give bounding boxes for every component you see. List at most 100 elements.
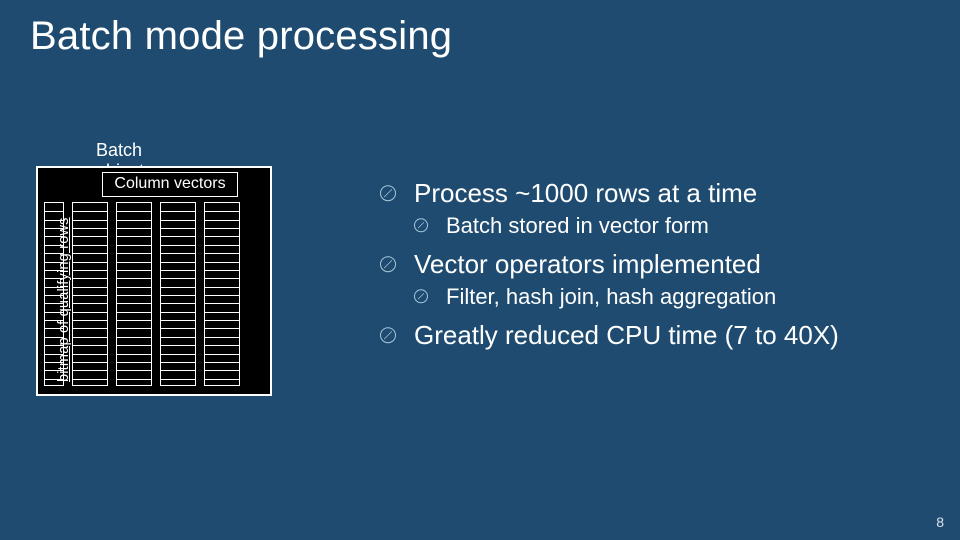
row-divider: [117, 287, 151, 288]
slide: Batch mode processing Batch object Colum…: [0, 0, 960, 540]
row-divider: [205, 295, 239, 296]
column-vectors-label: Column vectors: [102, 172, 238, 197]
row-divider: [205, 253, 239, 254]
row-divider: [161, 295, 195, 296]
row-divider: [205, 228, 239, 229]
row-divider: [161, 211, 195, 212]
bullet-text: Filter, hash join, hash aggregation: [446, 284, 776, 309]
row-divider: [205, 320, 239, 321]
row-divider: [73, 379, 107, 380]
row-divider: [161, 287, 195, 288]
row-divider: [73, 228, 107, 229]
row-divider: [73, 362, 107, 363]
row-divider: [205, 278, 239, 279]
bullet-text: Greatly reduced CPU time (7 to 40X): [414, 320, 839, 350]
row-divider: [73, 295, 107, 296]
column-vector: [204, 202, 240, 386]
bullet-level1: Vector operators implemented: [380, 249, 940, 280]
row-divider: [117, 278, 151, 279]
row-divider: [117, 328, 151, 329]
row-divider: [73, 278, 107, 279]
row-divider: [73, 337, 107, 338]
row-divider: [73, 345, 107, 346]
row-divider: [161, 320, 195, 321]
row-divider: [205, 345, 239, 346]
column-vector: [116, 202, 152, 386]
row-divider: [117, 312, 151, 313]
row-divider: [205, 312, 239, 313]
row-divider: [73, 312, 107, 313]
row-divider: [161, 220, 195, 221]
row-divider: [205, 337, 239, 338]
row-divider: [73, 253, 107, 254]
bullet-icon: [380, 327, 396, 343]
bullet-level2: Batch stored in vector form: [414, 213, 940, 239]
row-divider: [117, 262, 151, 263]
bitmap-label: bitmap of qualifying rows: [56, 217, 72, 382]
bullet-level1: Greatly reduced CPU time (7 to 40X): [380, 320, 940, 351]
row-divider: [117, 362, 151, 363]
row-divider: [161, 262, 195, 263]
row-divider: [205, 262, 239, 263]
column-vector: [72, 202, 108, 386]
row-divider: [161, 312, 195, 313]
row-divider: [161, 303, 195, 304]
row-divider: [73, 370, 107, 371]
row-divider: [73, 287, 107, 288]
row-divider: [117, 370, 151, 371]
row-divider: [117, 253, 151, 254]
bullet-level2: Filter, hash join, hash aggregation: [414, 284, 940, 310]
row-divider: [73, 270, 107, 271]
row-divider: [117, 303, 151, 304]
bullet-text: Batch stored in vector form: [446, 213, 709, 238]
bullet-icon: [414, 289, 428, 303]
row-divider: [73, 303, 107, 304]
row-divider: [45, 211, 63, 212]
column-vector: [160, 202, 196, 386]
row-divider: [161, 379, 195, 380]
row-divider: [205, 270, 239, 271]
row-divider: [117, 354, 151, 355]
row-divider: [117, 245, 151, 246]
row-divider: [161, 236, 195, 237]
row-divider: [73, 236, 107, 237]
bullet-text: Process ~1000 rows at a time: [414, 178, 757, 208]
row-divider: [117, 337, 151, 338]
bullet-text: Vector operators implemented: [414, 249, 761, 279]
row-divider: [117, 345, 151, 346]
row-divider: [117, 236, 151, 237]
row-divider: [161, 278, 195, 279]
row-divider: [117, 220, 151, 221]
row-divider: [73, 320, 107, 321]
row-divider: [73, 211, 107, 212]
row-divider: [205, 370, 239, 371]
row-divider: [73, 354, 107, 355]
row-divider: [161, 354, 195, 355]
row-divider: [205, 287, 239, 288]
row-divider: [73, 262, 107, 263]
bullet-list: Process ~1000 rows at a time Batch store…: [380, 172, 940, 355]
bullet-level1: Process ~1000 rows at a time: [380, 178, 940, 209]
row-divider: [73, 328, 107, 329]
row-divider: [117, 320, 151, 321]
row-divider: [161, 362, 195, 363]
row-divider: [205, 245, 239, 246]
row-divider: [205, 328, 239, 329]
row-divider: [161, 270, 195, 271]
row-divider: [205, 354, 239, 355]
bullet-icon: [380, 256, 396, 272]
row-divider: [117, 379, 151, 380]
row-divider: [205, 303, 239, 304]
row-divider: [73, 245, 107, 246]
row-divider: [205, 211, 239, 212]
row-divider: [161, 228, 195, 229]
row-divider: [161, 328, 195, 329]
row-divider: [205, 220, 239, 221]
slide-title: Batch mode processing: [30, 14, 452, 59]
row-divider: [73, 220, 107, 221]
bullet-icon: [380, 185, 396, 201]
row-divider: [161, 253, 195, 254]
batch-object-box: Column vectors bitmap of qualifying rows: [36, 166, 272, 396]
row-divider: [205, 379, 239, 380]
row-divider: [161, 337, 195, 338]
